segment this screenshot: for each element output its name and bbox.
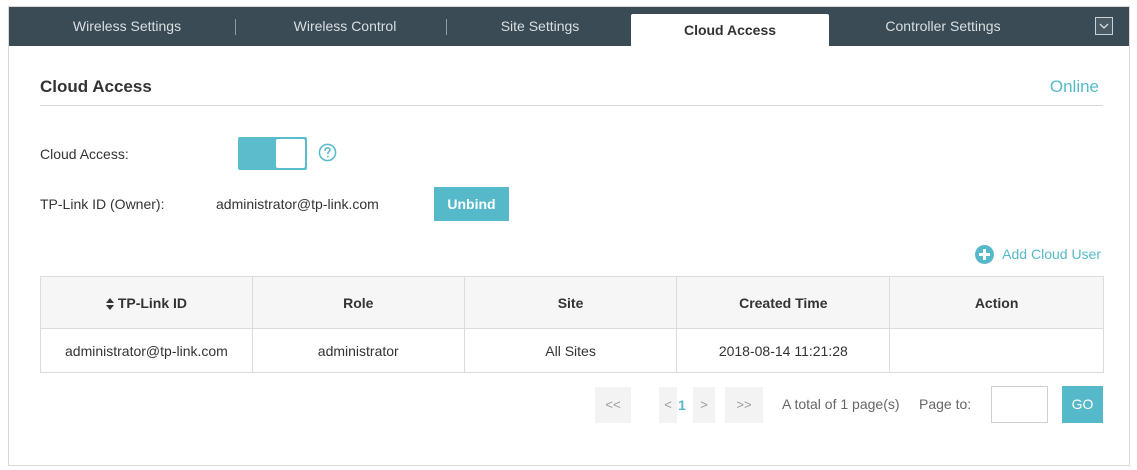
page-to-label: Page to: <box>919 396 972 412</box>
current-page-number[interactable]: 1 <box>674 387 690 423</box>
column-header-created-time: Created Time <box>676 276 891 329</box>
cell-action <box>889 328 1104 373</box>
column-header-action: Action <box>889 276 1104 329</box>
cloud-access-label: Cloud Access: <box>40 146 129 162</box>
column-header-label: TP-Link ID <box>117 294 188 311</box>
table-row: administrator@tp-link.com administrator … <box>40 328 1104 373</box>
tab-controller-settings[interactable]: Controller Settings <box>843 7 1043 46</box>
add-cloud-user-link[interactable]: Add Cloud User <box>975 244 1101 264</box>
toggle-knob <box>276 139 305 168</box>
tab-cloud-access[interactable]: Cloud Access <box>631 14 829 46</box>
add-circle-icon <box>975 244 995 264</box>
tab-site-settings[interactable]: Site Settings <box>452 7 628 46</box>
cell-site: All Sites <box>463 328 678 373</box>
next-page-button[interactable]: > <box>693 387 715 423</box>
tab-divider <box>235 19 236 35</box>
unbind-button[interactable]: Unbind <box>434 187 509 221</box>
add-cloud-user-label: Add Cloud User <box>1002 246 1101 262</box>
sort-icon <box>105 297 114 310</box>
cloud-access-panel: Wireless Settings Wireless Control Site … <box>8 6 1130 466</box>
cell-created-time: 2018-08-14 11:21:28 <box>676 328 891 373</box>
page-number-input[interactable] <box>991 386 1048 423</box>
tab-menu-dropdown[interactable] <box>1095 17 1113 35</box>
column-header-tplink-id[interactable]: TP-Link ID <box>40 276 253 329</box>
first-page-button[interactable]: << <box>595 387 631 423</box>
settings-tab-bar: Wireless Settings Wireless Control Site … <box>9 7 1129 46</box>
cell-tplink-id: administrator@tp-link.com <box>40 328 253 373</box>
cloud-users-table: TP-Link ID Role Site Created Time Action… <box>40 276 1104 373</box>
column-header-role: Role <box>251 276 465 329</box>
tab-wireless-control[interactable]: Wireless Control <box>245 7 445 46</box>
cloud-access-toggle[interactable] <box>238 137 307 170</box>
cell-role: administrator <box>251 328 465 373</box>
help-icon[interactable] <box>318 143 337 162</box>
cloud-status: Online <box>1049 77 1099 96</box>
owner-id-value: administrator@tp-link.com <box>216 196 379 212</box>
column-header-site: Site <box>463 276 678 329</box>
go-button[interactable]: GO <box>1062 386 1103 423</box>
last-page-button[interactable]: >> <box>725 387 763 423</box>
table-header-row: TP-Link ID Role Site Created Time Action <box>40 276 1104 329</box>
owner-label: TP-Link ID (Owner): <box>40 196 165 212</box>
section-title: Cloud Access <box>40 77 152 96</box>
section-divider <box>40 105 1103 106</box>
tab-wireless-settings[interactable]: Wireless Settings <box>29 7 225 46</box>
tab-divider <box>446 19 447 35</box>
total-pages-text: A total of 1 page(s) <box>782 396 900 412</box>
chevron-down-icon <box>1099 23 1109 29</box>
